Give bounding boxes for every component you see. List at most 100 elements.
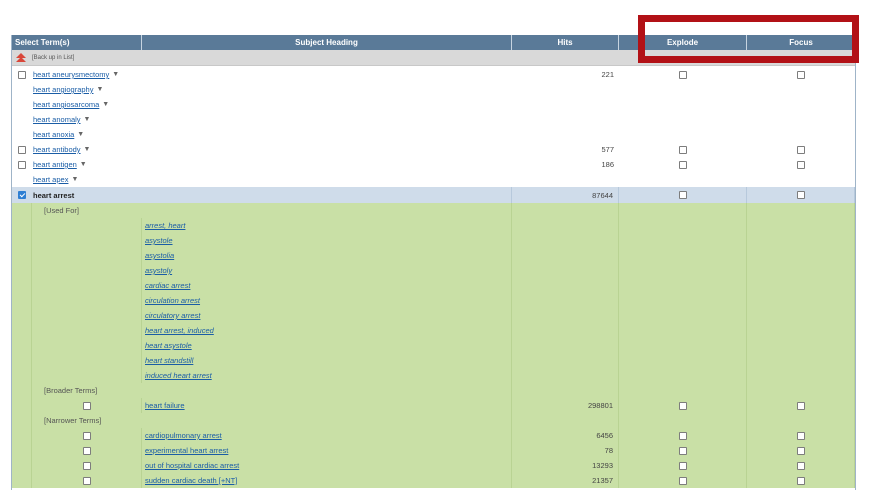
focus-checkbox[interactable] bbox=[796, 476, 805, 485]
explode-checkbox[interactable] bbox=[678, 476, 687, 485]
expand-triangle-icon[interactable]: ▼ bbox=[96, 86, 103, 93]
explode-cell bbox=[619, 142, 747, 157]
expand-triangle-icon[interactable]: ▼ bbox=[71, 176, 78, 183]
explode-checkbox[interactable] bbox=[679, 160, 687, 169]
hits-cell bbox=[512, 353, 619, 368]
expand-triangle-icon[interactable]: ▼ bbox=[112, 71, 119, 78]
focus-checkbox[interactable] bbox=[797, 160, 805, 169]
explode-cell bbox=[619, 413, 747, 428]
explode-checkbox[interactable] bbox=[678, 446, 687, 455]
term-select-checkbox[interactable] bbox=[82, 446, 91, 455]
focus-cell bbox=[747, 428, 855, 443]
used-for-row: arrest, heart bbox=[12, 218, 855, 233]
expand-triangle-icon[interactable]: ▼ bbox=[102, 101, 109, 108]
subject-heading-header: Subject Heading bbox=[142, 35, 512, 50]
indent-gutter bbox=[12, 473, 32, 488]
term-link[interactable]: heart antibody bbox=[33, 145, 81, 154]
used-for-row: asystoly bbox=[12, 263, 855, 278]
used-for-link[interactable]: circulatory arrest bbox=[145, 311, 200, 320]
used-for-row: cardiac arrest bbox=[12, 278, 855, 293]
term-link[interactable]: out of hospital cardiac arrest bbox=[145, 461, 239, 470]
narrower-terms-label: [Narrower Terms] bbox=[32, 413, 512, 428]
focus-checkbox[interactable] bbox=[796, 401, 805, 410]
used-for-link[interactable]: heart arrest, induced bbox=[145, 326, 214, 335]
used-for-link[interactable]: asystoly bbox=[145, 266, 172, 275]
expand-triangle-icon[interactable]: ▼ bbox=[77, 131, 84, 138]
indent-gutter bbox=[12, 368, 32, 383]
indent-gutter bbox=[12, 413, 32, 428]
used-for-link[interactable]: circulation arrest bbox=[145, 296, 200, 305]
used-for-row: circulatory arrest bbox=[12, 308, 855, 323]
focus-checkbox[interactable] bbox=[797, 70, 805, 79]
used-for-row: heart arrest, induced bbox=[12, 323, 855, 338]
used-for-row: asystole bbox=[12, 233, 855, 248]
used-for-cell: heart asystole bbox=[142, 338, 512, 353]
expand-triangle-icon[interactable]: ▼ bbox=[80, 161, 87, 168]
term-select-checkbox[interactable] bbox=[82, 401, 91, 410]
select-terms-header: Select Term(s) bbox=[12, 35, 142, 50]
focus-checkbox[interactable] bbox=[796, 446, 805, 455]
term-select-checkbox[interactable] bbox=[18, 70, 26, 79]
term-link[interactable]: heart anomaly bbox=[33, 115, 81, 124]
focus-checkbox[interactable] bbox=[796, 431, 805, 440]
expand-triangle-icon[interactable]: ▼ bbox=[84, 116, 91, 123]
explode-cell bbox=[619, 323, 747, 338]
indent-gutter bbox=[12, 353, 32, 368]
focus-cell bbox=[747, 203, 855, 218]
term-link[interactable]: heart angiography bbox=[33, 85, 93, 94]
indent-gutter bbox=[12, 428, 32, 443]
indent-gutter bbox=[12, 278, 32, 293]
explode-checkbox[interactable] bbox=[679, 145, 687, 154]
term-select-checkbox[interactable] bbox=[18, 191, 26, 199]
term-select-checkbox[interactable] bbox=[18, 160, 26, 169]
hits-cell bbox=[512, 97, 619, 112]
back-up-link[interactable]: [Back up in List] bbox=[32, 50, 74, 66]
narrower-term-row: out of hospital cardiac arrest 13293 bbox=[12, 458, 855, 473]
explode-cell bbox=[619, 233, 747, 248]
term-select-checkbox[interactable] bbox=[82, 431, 91, 440]
term-link[interactable]: heart angiosarcoma bbox=[33, 100, 99, 109]
used-for-link[interactable]: heart standstill bbox=[145, 356, 193, 365]
term-link[interactable]: heart aneurysmectomy bbox=[33, 70, 109, 79]
term-link[interactable]: experimental heart arrest bbox=[145, 446, 228, 455]
term-select-checkbox[interactable] bbox=[18, 145, 26, 154]
select-cell bbox=[32, 458, 142, 473]
term-link[interactable]: heart failure bbox=[145, 401, 185, 410]
term-link[interactable]: heart antigen bbox=[33, 160, 77, 169]
term-select-checkbox[interactable] bbox=[82, 476, 91, 485]
explode-checkbox[interactable] bbox=[678, 461, 687, 470]
term-cell: heart anomaly ▼ bbox=[12, 112, 512, 127]
used-for-link[interactable]: asystolia bbox=[145, 251, 174, 260]
selected-term-label[interactable]: heart arrest bbox=[33, 191, 74, 200]
term-link[interactable]: heart anoxia bbox=[33, 130, 74, 139]
hits-cell bbox=[512, 383, 619, 398]
expand-triangle-icon[interactable]: ▼ bbox=[84, 146, 91, 153]
explode-checkbox[interactable] bbox=[678, 431, 687, 440]
term-link[interactable]: heart apex bbox=[33, 175, 68, 184]
explode-cell bbox=[619, 383, 747, 398]
focus-checkbox[interactable] bbox=[796, 461, 805, 470]
hits-cell bbox=[512, 293, 619, 308]
used-for-link[interactable]: arrest, heart bbox=[145, 221, 185, 230]
explode-checkbox[interactable] bbox=[679, 70, 687, 79]
indent-gutter bbox=[12, 323, 32, 338]
focus-cell bbox=[747, 413, 855, 428]
used-for-link[interactable]: cardiac arrest bbox=[145, 281, 190, 290]
focus-checkbox[interactable] bbox=[796, 191, 805, 199]
focus-cell bbox=[747, 263, 855, 278]
term-select-checkbox[interactable] bbox=[82, 461, 91, 470]
spacer-cell bbox=[32, 278, 142, 293]
term-link[interactable]: sudden cardiac death [+NT] bbox=[145, 476, 237, 485]
explode-checkbox[interactable] bbox=[678, 191, 687, 199]
term-link[interactable]: cardiopulmonary arrest bbox=[145, 431, 222, 440]
explode-checkbox[interactable] bbox=[678, 401, 687, 410]
focus-cell bbox=[747, 157, 855, 172]
used-for-link[interactable]: asystole bbox=[145, 236, 173, 245]
focus-checkbox[interactable] bbox=[797, 145, 805, 154]
used-for-link[interactable]: induced heart arrest bbox=[145, 371, 212, 380]
hits-cell: 21357 bbox=[512, 473, 619, 488]
section-label-row: [Broader Terms] bbox=[12, 383, 855, 398]
used-for-link[interactable]: heart asystole bbox=[145, 341, 192, 350]
focus-cell bbox=[747, 443, 855, 458]
back-up-arrow-icon[interactable] bbox=[16, 53, 26, 63]
